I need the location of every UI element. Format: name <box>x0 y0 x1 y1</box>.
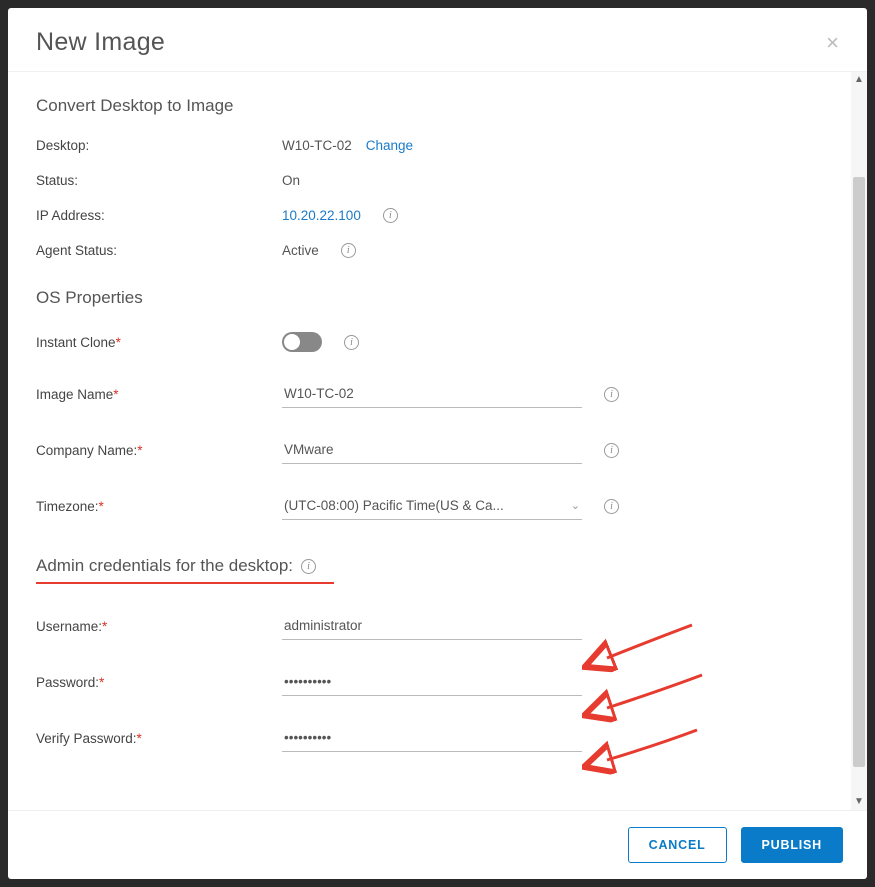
row-timezone: Timezone:* (UTC-08:00) Pacific Time(US &… <box>36 492 823 520</box>
scroll-down-icon[interactable]: ▼ <box>851 794 867 810</box>
new-image-dialog: New Image × Convert Desktop to Image Des… <box>8 8 867 879</box>
row-desktop: Desktop: W10-TC-02 Change <box>36 138 823 153</box>
info-icon[interactable]: i <box>604 387 619 402</box>
row-instant-clone: Instant Clone* i <box>36 332 823 352</box>
row-verify-password: Verify Password:* <box>36 724 823 752</box>
section-convert-heading: Convert Desktop to Image <box>36 96 823 116</box>
dialog-header: New Image × <box>8 8 867 71</box>
change-link[interactable]: Change <box>366 138 413 153</box>
scrollbar-thumb[interactable] <box>853 177 865 767</box>
label-username: Username:* <box>36 619 282 634</box>
annotation-arrows <box>582 620 712 790</box>
label-status: Status: <box>36 173 282 188</box>
instant-clone-toggle[interactable] <box>282 332 322 352</box>
row-agent: Agent Status: Active i <box>36 243 823 258</box>
info-icon[interactable]: i <box>301 559 316 574</box>
username-field[interactable] <box>282 612 582 640</box>
value-agent: Active <box>282 243 319 258</box>
password-field[interactable] <box>282 668 582 696</box>
row-ip: IP Address: 10.20.22.100 i <box>36 208 823 223</box>
verify-password-field[interactable] <box>282 724 582 752</box>
section-admin-heading: Admin credentials for the desktop: <box>36 556 293 576</box>
label-ip: IP Address: <box>36 208 282 223</box>
info-icon[interactable]: i <box>341 243 356 258</box>
publish-button[interactable]: PUBLISH <box>741 827 843 863</box>
admin-credentials-header: Admin credentials for the desktop: i <box>36 556 823 576</box>
value-status: On <box>282 173 300 188</box>
company-name-field[interactable] <box>282 436 582 464</box>
dialog-title: New Image <box>36 28 165 57</box>
chevron-down-icon: ⌄ <box>571 499 580 512</box>
dialog-footer: CANCEL PUBLISH <box>8 810 867 879</box>
row-status: Status: On <box>36 173 823 188</box>
dialog-body-wrap: Convert Desktop to Image Desktop: W10-TC… <box>8 71 867 810</box>
label-instant-clone: Instant Clone* <box>36 335 282 350</box>
label-timezone: Timezone:* <box>36 499 282 514</box>
label-company-name: Company Name:* <box>36 443 282 458</box>
row-password: Password:* <box>36 668 823 696</box>
label-image-name: Image Name* <box>36 387 282 402</box>
row-username: Username:* <box>36 612 823 640</box>
section-os-heading: OS Properties <box>36 288 823 308</box>
info-icon[interactable]: i <box>604 443 619 458</box>
scrollbar[interactable]: ▲ ▼ <box>851 72 867 810</box>
cancel-button[interactable]: CANCEL <box>628 827 727 863</box>
image-name-field[interactable] <box>282 380 582 408</box>
label-desktop: Desktop: <box>36 138 282 153</box>
scroll-up-icon[interactable]: ▲ <box>851 72 867 88</box>
info-icon[interactable]: i <box>344 335 359 350</box>
timezone-select[interactable]: (UTC-08:00) Pacific Time(US & Ca... ⌄ <box>282 492 582 520</box>
annotation-underline <box>36 582 334 584</box>
label-password: Password:* <box>36 675 282 690</box>
dialog-body: Convert Desktop to Image Desktop: W10-TC… <box>8 72 851 810</box>
timezone-value: (UTC-08:00) Pacific Time(US & Ca... <box>284 498 504 513</box>
close-icon[interactable]: × <box>826 32 839 54</box>
value-ip[interactable]: 10.20.22.100 <box>282 208 361 223</box>
info-icon[interactable]: i <box>604 499 619 514</box>
value-desktop: W10-TC-02 <box>282 138 352 153</box>
row-image-name: Image Name* i <box>36 380 823 408</box>
label-verify-password: Verify Password:* <box>36 731 282 746</box>
label-agent: Agent Status: <box>36 243 282 258</box>
info-icon[interactable]: i <box>383 208 398 223</box>
row-company-name: Company Name:* i <box>36 436 823 464</box>
